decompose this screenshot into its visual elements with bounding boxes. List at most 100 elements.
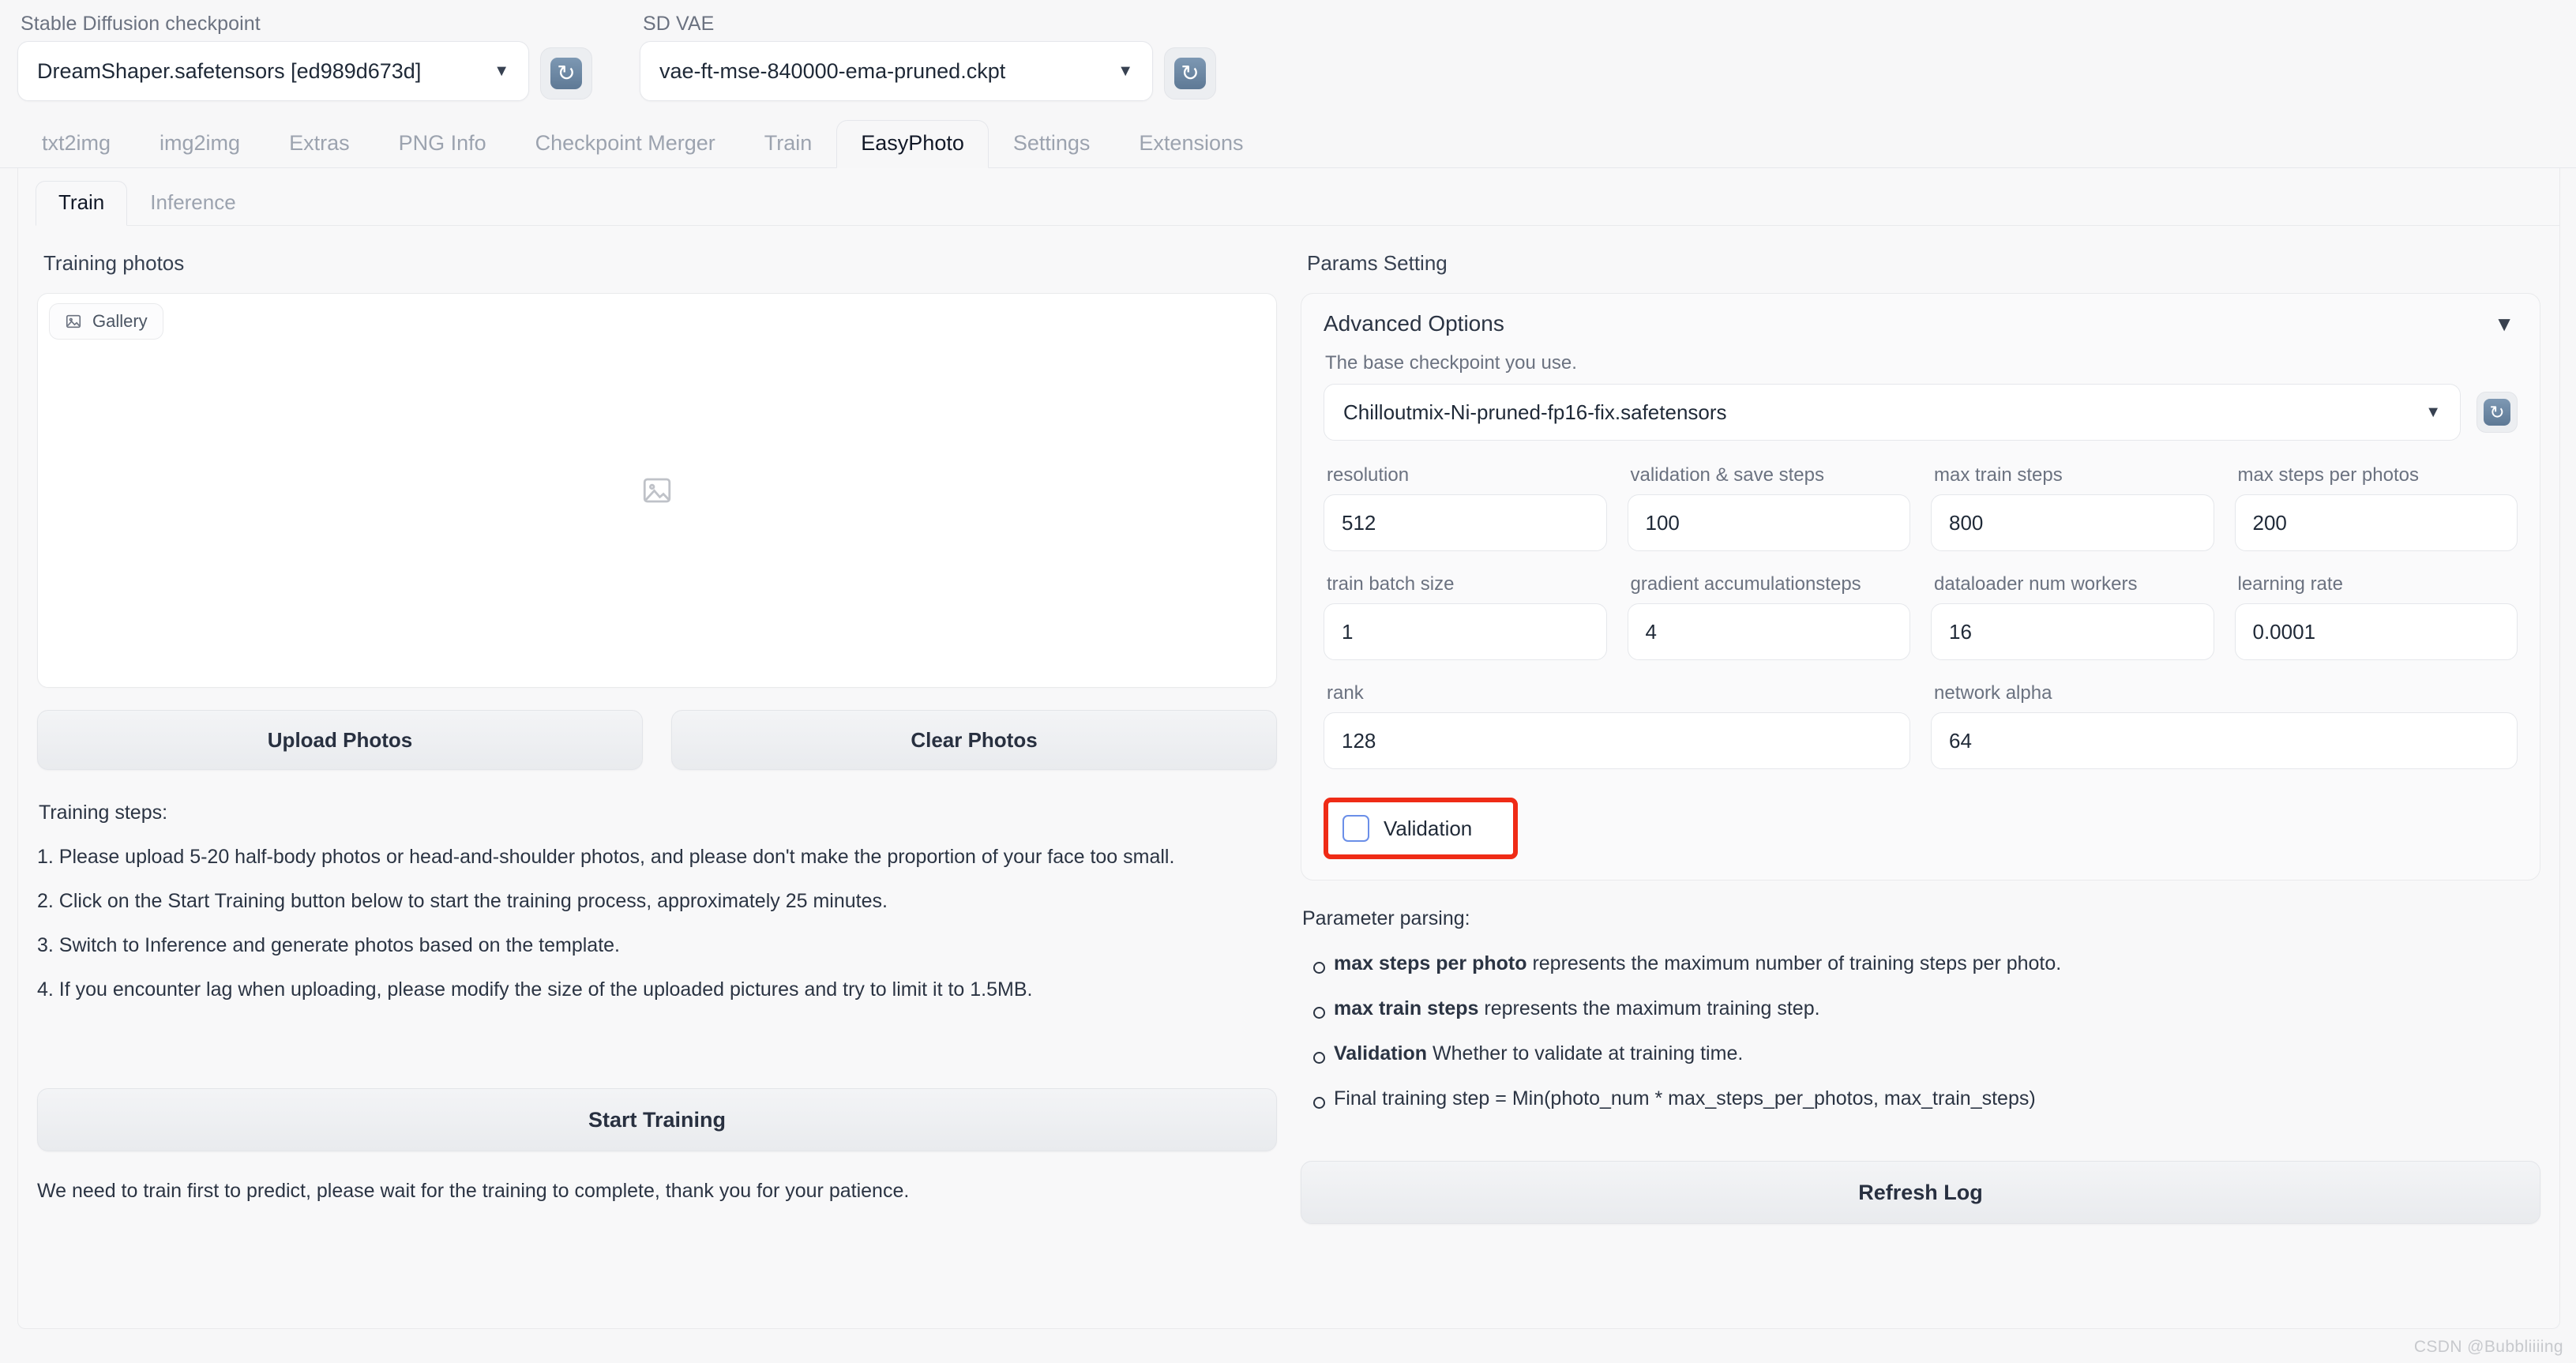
param-input[interactable]: 200 (2234, 494, 2518, 551)
training-step-1: 1. Please upload 5-20 half-body photos o… (37, 846, 1175, 868)
param-field-gradient-accumulationsteps: gradient accumulationsteps 4 (1627, 573, 1910, 660)
easyphoto-panel: TrainInference Training photos Gallery (17, 168, 2560, 1329)
tab-settings[interactable]: Settings (989, 120, 1115, 168)
parameter-parsing-text: represents the maximum training step. (1478, 997, 1820, 1019)
parameter-parsing-term: max steps per photo (1334, 952, 1527, 974)
parameter-parsing-list: max steps per photo represents the maxim… (1301, 952, 2540, 1110)
advanced-options-title: Advanced Options (1324, 311, 1504, 336)
sd-checkpoint-label: Stable Diffusion checkpoint (21, 13, 261, 35)
main-tabs: txt2img img2img Extras PNG Info Checkpoint M… (17, 120, 2576, 168)
params-row-3: rank 128 network alpha 64 (1324, 682, 2518, 769)
tab-easyphoto[interactable]: EasyPhoto (836, 120, 989, 168)
params-row-1: resolution 512 validation & save steps 100 m… (1324, 464, 2518, 551)
param-label: validation & save steps (1630, 464, 1824, 486)
refresh-icon: ↻ (1174, 58, 1206, 89)
chevron-down-icon: ▼ (494, 62, 509, 80)
param-input[interactable]: 0.0001 (2234, 603, 2518, 660)
tab-train[interactable]: Train (740, 120, 837, 168)
base-checkpoint-label: The base checkpoint you use. (1325, 352, 1577, 374)
parameter-parsing-text: Whether to validate at training time. (1427, 1042, 1744, 1064)
base-checkpoint-dropdown[interactable]: Chilloutmix-Ni-pruned-fp16-fix.safetenso… (1324, 384, 2461, 441)
param-field-max-steps-per-photos: max steps per photos 200 (2234, 464, 2518, 551)
parameter-parsing-term: Validation (1334, 1042, 1428, 1064)
param-field-resolution: resolution 512 (1324, 464, 1607, 551)
refresh-base-checkpoint-button[interactable]: ↻ (2476, 392, 2518, 433)
parameter-parsing-heading: Parameter parsing: (1302, 907, 1470, 929)
validation-label: Validation (1384, 816, 1473, 840)
param-input[interactable]: 100 (1627, 494, 1910, 551)
param-label: gradient accumulationsteps (1630, 573, 1861, 595)
training-photos-title: Training photos (43, 251, 185, 275)
start-training-button[interactable]: Start Training (37, 1088, 1277, 1151)
sd-checkpoint-group: Stable Diffusion checkpoint DreamShaper.… (17, 6, 592, 101)
parameter-parsing-term: max train steps (1334, 997, 1479, 1019)
param-input[interactable]: 64 (1931, 712, 2518, 769)
parameter-parsing-item: max steps per photo represents the maxim… (1301, 952, 2540, 975)
parameter-parsing-item: Validation Whether to validate at traini… (1301, 1042, 2540, 1065)
training-step-2: 2. Click on the Start Training button be… (37, 890, 888, 912)
param-field-validation-save-steps: validation & save steps 100 (1627, 464, 1910, 551)
top-toolbar: Stable Diffusion checkpoint DreamShaper.… (0, 0, 2576, 101)
param-field-max-train-steps: max train steps 800 (1931, 464, 2214, 551)
sd-vae-value: vae-ft-mse-840000-ema-pruned.ckpt (659, 58, 1006, 83)
param-label: train batch size (1327, 573, 1455, 595)
refresh-log-button[interactable]: Refresh Log (1301, 1161, 2540, 1224)
advanced-options-card: Advanced Options ▼ The base checkpoint y… (1301, 293, 2540, 881)
chevron-down-icon: ▼ (1117, 62, 1133, 80)
params-row-2: train batch size 1 gradient accumulationst… (1324, 573, 2518, 660)
param-input[interactable]: 800 (1931, 494, 2214, 551)
upload-photos-button[interactable]: Upload Photos (37, 710, 643, 770)
refresh-checkpoint-button[interactable]: ↻ (540, 47, 592, 100)
tab-img2img[interactable]: img2img (135, 120, 265, 168)
subtab-inference[interactable]: Inference (127, 181, 258, 226)
validation-checkbox[interactable] (1342, 815, 1369, 842)
param-field-network-alpha: network alpha 64 (1931, 682, 2518, 769)
watermark: CSDN @Bubbliiiing (2413, 1338, 2563, 1356)
param-label: learning rate (2237, 573, 2343, 595)
param-label: max steps per photos (2237, 464, 2419, 486)
param-label: resolution (1327, 464, 1410, 486)
parameter-parsing-item: Final training step = Min(photo_num * ma… (1301, 1087, 2540, 1110)
param-input[interactable]: 4 (1627, 603, 1910, 660)
params-setting-column: Params Setting Advanced Options ▼ The ba… (1301, 246, 2540, 1224)
parameter-parsing-text: represents the maximum number of trainin… (1526, 952, 2062, 974)
training-steps-heading: Training steps: (39, 802, 168, 824)
param-input[interactable]: 1 (1324, 603, 1607, 660)
param-input[interactable]: 512 (1324, 494, 1607, 551)
tab-txt2img[interactable]: txt2img (17, 120, 135, 168)
training-step-3: 3. Switch to Inference and generate phot… (37, 934, 621, 956)
sd-checkpoint-value: DreamShaper.safetensors [ed989d673d] (37, 58, 422, 83)
training-steps-list: 1. Please upload 5-20 half-body photos o… (37, 846, 1277, 1001)
training-status-note: We need to train first to predict, pleas… (37, 1180, 910, 1202)
tab-png-info[interactable]: PNG Info (374, 120, 511, 168)
training-photos-column: Training photos Gallery Upload Photos Cl… (37, 246, 1277, 1224)
gallery-empty-state (38, 294, 1276, 687)
tab-checkpoint-merger[interactable]: Checkpoint Merger (511, 120, 740, 168)
param-field-train-batch-size: train batch size 1 (1324, 573, 1607, 660)
tab-extras[interactable]: Extras (265, 120, 374, 168)
main-tab-bar: txt2img img2img Extras PNG Info Checkpoint M… (0, 120, 2576, 168)
advanced-options-header[interactable]: Advanced Options ▼ (1324, 311, 2518, 336)
param-label: network alpha (1934, 682, 2052, 704)
refresh-icon: ↻ (550, 58, 582, 89)
training-photos-gallery[interactable]: Gallery (37, 293, 1277, 688)
sd-checkpoint-dropdown[interactable]: DreamShaper.safetensors [ed989d673d] ▼ (17, 41, 529, 101)
tab-extensions[interactable]: Extensions (1114, 120, 1267, 168)
clear-photos-button[interactable]: Clear Photos (671, 710, 1277, 770)
validation-checkbox-row[interactable]: Validation (1324, 798, 1518, 859)
param-input[interactable]: 16 (1931, 603, 2214, 660)
param-label: rank (1327, 682, 1364, 704)
sd-vae-group: SD VAE vae-ft-mse-840000-ema-pruned.ckpt… (640, 6, 1216, 101)
subtab-train[interactable]: Train (36, 181, 128, 226)
params-setting-title: Params Setting (1307, 251, 1448, 275)
param-input[interactable]: 128 (1324, 712, 1910, 769)
photo-action-buttons: Upload Photos Clear Photos (37, 710, 1277, 770)
parameter-parsing-text: Final training step = Min(photo_num * ma… (1334, 1087, 2036, 1110)
sd-vae-dropdown[interactable]: vae-ft-mse-840000-ema-pruned.ckpt ▼ (640, 41, 1153, 101)
param-label: max train steps (1934, 464, 2063, 486)
sd-vae-label: SD VAE (643, 13, 715, 35)
sub-tab-bar: Train Inference (18, 168, 2559, 226)
chevron-down-icon[interactable]: ▼ (2494, 314, 2518, 334)
refresh-vae-button[interactable]: ↻ (1164, 47, 1216, 100)
param-field-dataloader-num-workers: dataloader num workers 16 (1931, 573, 2214, 660)
